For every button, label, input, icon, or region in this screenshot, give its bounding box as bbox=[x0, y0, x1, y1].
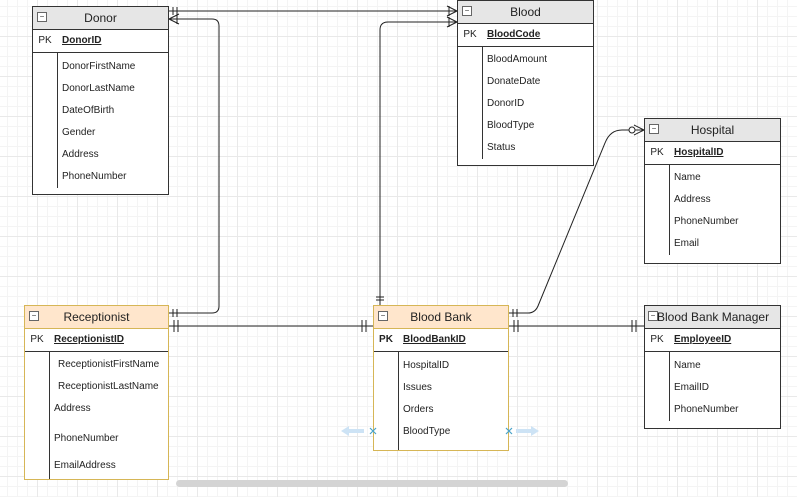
pk-label: PK bbox=[650, 334, 664, 345]
pk-field: ReceptionistID bbox=[54, 334, 125, 345]
collapse-icon[interactable]: − bbox=[648, 311, 658, 321]
attribute-row[interactable]: Issues bbox=[374, 377, 508, 399]
attribute-row[interactable]: PhoneNumber bbox=[645, 399, 780, 421]
entity-header[interactable]: − Hospital bbox=[645, 119, 780, 142]
attribute-list: Name EmailID PhoneNumber bbox=[645, 352, 780, 421]
collapse-icon[interactable]: − bbox=[462, 6, 472, 16]
collapse-icon[interactable]: − bbox=[649, 124, 659, 134]
horizontal-scrollbar[interactable] bbox=[176, 480, 568, 487]
entity-header[interactable]: − Receptionist bbox=[25, 306, 168, 329]
attribute-row[interactable]: Orders bbox=[374, 399, 508, 421]
entity-blood[interactable]: − Blood PK BloodCode BloodAmount DonateD… bbox=[457, 0, 594, 166]
attribute-list: BloodAmount DonateDate DonorID BloodType… bbox=[458, 47, 593, 159]
pk-field: EmployeeID bbox=[674, 334, 732, 345]
pk-label: PK bbox=[30, 334, 44, 345]
attribute-row[interactable]: Email bbox=[645, 233, 780, 255]
entity-title: Hospital bbox=[690, 123, 735, 137]
entity-receptionist[interactable]: − Receptionist PK ReceptionistID Recepti… bbox=[24, 305, 169, 480]
pk-field: DonorID bbox=[62, 35, 102, 46]
pk-label: PK bbox=[463, 29, 477, 40]
attribute-row[interactable]: Name bbox=[645, 355, 780, 377]
entity-header[interactable]: − Donor bbox=[33, 7, 168, 30]
attribute-row[interactable]: Address bbox=[645, 189, 780, 211]
bloodbank-right-one-marker bbox=[512, 309, 518, 317]
attribute-list: HospitalID Issues Orders BloodType bbox=[374, 352, 508, 450]
collapse-icon[interactable]: − bbox=[378, 311, 388, 321]
receptionist-end-one-marker bbox=[172, 309, 178, 317]
pk-label: PK bbox=[38, 35, 52, 46]
attribute-row[interactable]: Gender bbox=[33, 122, 168, 144]
entity-blood-bank[interactable]: − Blood Bank PK BloodBankID HospitalID I… bbox=[373, 305, 509, 451]
attribute-row[interactable]: DonorFirstName bbox=[33, 56, 168, 78]
attribute-row[interactable]: PhoneNumber bbox=[25, 425, 168, 452]
attribute-row[interactable]: DateOfBirth bbox=[33, 100, 168, 122]
attribute-row[interactable]: DonorLastName bbox=[33, 78, 168, 100]
entity-header[interactable]: − Blood Bank Manager bbox=[645, 306, 780, 329]
attribute-row[interactable]: BloodAmount bbox=[458, 49, 593, 71]
entity-header[interactable]: − Blood bbox=[458, 1, 593, 24]
attribute-row[interactable]: BloodType bbox=[458, 115, 593, 137]
attribute-row[interactable]: HospitalID bbox=[374, 355, 508, 377]
blood-end-many-marker bbox=[446, 5, 458, 17]
connector-receptionist-donor[interactable] bbox=[169, 18, 220, 314]
attribute-list: Name Address PhoneNumber Email bbox=[645, 165, 780, 255]
manager-end-one-marker bbox=[631, 320, 637, 332]
entity-title: Blood Bank bbox=[410, 310, 472, 324]
hospital-zero-many-marker bbox=[633, 124, 645, 136]
entity-donor[interactable]: − Donor PK DonorID DonorFirstName DonorL… bbox=[32, 6, 169, 195]
bloodbank-manager-one-marker bbox=[513, 320, 519, 332]
attribute-row[interactable]: PhoneNumber bbox=[33, 166, 168, 188]
pk-field: BloodBankID bbox=[403, 334, 466, 345]
bloodbank-top-one-marker bbox=[376, 296, 384, 301]
entity-title: Donor bbox=[84, 11, 117, 25]
attribute-row[interactable]: EmailID bbox=[645, 377, 780, 399]
donor-end-many-marker bbox=[168, 13, 180, 25]
receptionist-bank-one-marker bbox=[173, 320, 179, 332]
collapse-icon[interactable]: − bbox=[37, 12, 47, 22]
connector-bloodbank-blood[interactable] bbox=[379, 21, 457, 306]
primary-key-row[interactable]: PK DonorID bbox=[33, 30, 168, 53]
entity-blood-bank-manager[interactable]: − Blood Bank Manager PK EmployeeID Name … bbox=[644, 305, 781, 429]
attribute-row[interactable]: Address bbox=[33, 144, 168, 166]
attribute-list: DonorFirstName DonorLastName DateOfBirth… bbox=[33, 53, 168, 188]
bloodbank-left-one-marker bbox=[361, 320, 367, 332]
connection-point-icon[interactable] bbox=[505, 427, 513, 435]
donor-end-one-marker bbox=[172, 7, 178, 15]
pk-field: BloodCode bbox=[487, 29, 541, 40]
primary-key-row[interactable]: PK HospitalID bbox=[645, 142, 780, 165]
entity-title: Blood bbox=[510, 5, 541, 19]
attribute-row[interactable]: EmailAddress bbox=[25, 452, 168, 479]
attribute-row[interactable]: ReceptionistFirstName bbox=[25, 354, 168, 376]
entity-header[interactable]: − Blood Bank bbox=[374, 306, 508, 329]
attribute-row[interactable]: Name bbox=[645, 167, 780, 189]
resize-left-arrow-icon[interactable] bbox=[340, 425, 366, 437]
blood-left-many-marker bbox=[446, 16, 458, 28]
attribute-row[interactable]: DonorID bbox=[458, 93, 593, 115]
pk-field: HospitalID bbox=[674, 147, 724, 158]
primary-key-row[interactable]: PK EmployeeID bbox=[645, 329, 780, 352]
attribute-row[interactable]: DonateDate bbox=[458, 71, 593, 93]
entity-title: Blood Bank Manager bbox=[657, 310, 770, 324]
attribute-list: ReceptionistFirstName ReceptionistLastNa… bbox=[25, 352, 168, 479]
attribute-row[interactable]: Address bbox=[25, 398, 168, 425]
collapse-icon[interactable]: − bbox=[29, 311, 39, 321]
primary-key-row[interactable]: PK BloodCode bbox=[458, 24, 593, 47]
primary-key-row[interactable]: PK BloodBankID bbox=[374, 329, 508, 352]
primary-key-row[interactable]: PK ReceptionistID bbox=[25, 329, 168, 352]
attribute-row[interactable]: ReceptionistLastName bbox=[25, 376, 168, 398]
entity-title: Receptionist bbox=[63, 310, 130, 324]
connection-point-icon[interactable] bbox=[369, 427, 377, 435]
attribute-row[interactable]: PhoneNumber bbox=[645, 211, 780, 233]
pk-label: PK bbox=[379, 334, 393, 345]
entity-hospital[interactable]: − Hospital PK HospitalID Name Address Ph… bbox=[644, 118, 781, 264]
attribute-row[interactable]: BloodType bbox=[374, 421, 508, 443]
attribute-row[interactable]: Status bbox=[458, 137, 593, 159]
resize-right-arrow-icon[interactable] bbox=[514, 425, 540, 437]
pk-label: PK bbox=[650, 147, 664, 158]
